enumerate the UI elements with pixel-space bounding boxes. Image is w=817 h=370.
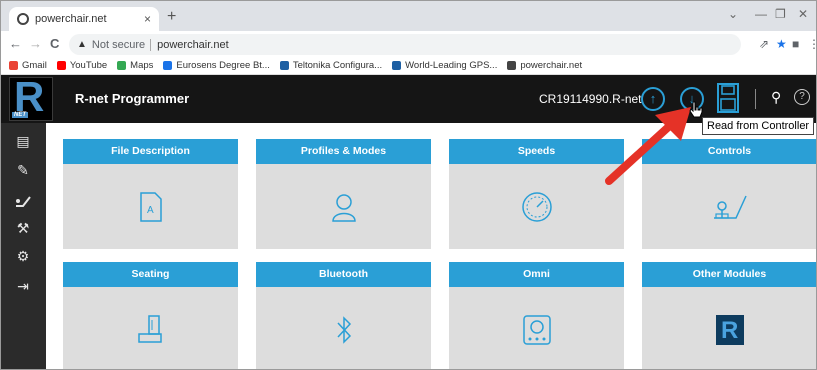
card-other-modules[interactable]: Other Modules R xyxy=(642,262,816,369)
address-bar-row: ← → C ▲ Not secure powerchair.net ⇗ ★ ■ … xyxy=(1,31,816,57)
bookmark-star-icon[interactable]: ★ xyxy=(776,37,787,51)
tab-close-button[interactable]: × xyxy=(144,12,151,26)
menu-icon[interactable]: ⋮ xyxy=(808,37,816,51)
red-arrow-annotation xyxy=(605,107,691,185)
minimize-button[interactable]: — xyxy=(755,7,767,21)
save-disk-icon[interactable] xyxy=(717,83,739,113)
svg-text:A: A xyxy=(147,205,154,216)
sidepanel-icon[interactable]: ■ xyxy=(792,37,799,51)
warning-icon: ▲ xyxy=(77,39,87,50)
browser-tab[interactable]: powerchair.net × xyxy=(9,7,159,31)
card-header: Bluetooth xyxy=(256,262,431,287)
help-icon[interactable]: ? xyxy=(794,89,810,105)
gear-icon[interactable]: ⚙ xyxy=(13,246,33,266)
bookmark-label: Teltonika Configura... xyxy=(292,60,383,71)
card-header: Seating xyxy=(63,262,238,287)
restore-button[interactable]: ❐ xyxy=(775,7,786,21)
bookmarks-bar: Gmail YouTube Maps Eurosens Degree Bt... Tel… xyxy=(1,57,816,75)
bookmark-favicon-icon xyxy=(507,61,517,70)
bookmark-label: Maps xyxy=(130,60,154,71)
bookmark-favicon-icon xyxy=(9,61,18,70)
bookmark-item[interactable]: Teltonika Configura... xyxy=(279,60,383,71)
svg-text:R: R xyxy=(721,317,738,344)
tab-search-chevron-icon[interactable]: ⌄ xyxy=(728,7,738,21)
card-header: Other Modules xyxy=(642,262,816,287)
card-seating[interactable]: Seating xyxy=(63,262,238,369)
card-omni[interactable]: Omni xyxy=(449,262,624,369)
share-icon[interactable]: ⇗ xyxy=(759,37,769,51)
bookmark-item[interactable]: Eurosens Degree Bt... xyxy=(163,60,270,71)
globe-icon xyxy=(17,13,29,25)
card-header: Omni xyxy=(449,262,624,287)
card-file-description[interactable]: File Description A xyxy=(63,139,238,249)
logo-tag: NET xyxy=(12,112,28,118)
bookmark-label: YouTube xyxy=(69,60,108,71)
bookmark-item[interactable]: powerchair.net xyxy=(507,60,582,71)
speedometer-icon xyxy=(521,191,552,222)
chair-control-icon[interactable] xyxy=(13,191,33,211)
omni-device-icon xyxy=(522,314,551,345)
rnet-logo[interactable]: R NET xyxy=(9,74,53,121)
url-text[interactable]: powerchair.net xyxy=(157,39,229,51)
tab-title: powerchair.net xyxy=(35,13,107,25)
bookmark-label: powerchair.net xyxy=(520,60,583,71)
bookmark-item[interactable]: YouTube xyxy=(56,60,108,71)
profile-icon xyxy=(331,193,356,222)
bookmark-favicon-icon xyxy=(392,61,402,70)
download-tooltip: Read from Controller xyxy=(702,117,815,135)
bookmark-favicon-icon xyxy=(163,61,173,70)
omnibox-separator xyxy=(150,38,152,51)
app-title: R-net Programmer xyxy=(75,91,190,106)
browser-tab-strip: powerchair.net × + ⌄ — ❐ ✕ xyxy=(1,1,816,31)
bookmark-item[interactable]: Maps xyxy=(117,60,153,71)
seat-icon xyxy=(137,314,162,343)
card-bluetooth[interactable]: Bluetooth xyxy=(256,262,431,369)
app-sidebar: ▤ ✎ ⚒ ⚙ ⇥ xyxy=(1,123,46,369)
reload-button[interactable]: C xyxy=(50,36,59,51)
feature-grid: File Description A Profiles & Modes Spee… xyxy=(46,123,816,369)
card-header: Profiles & Modes xyxy=(256,139,431,164)
device-name: CR19114990.R-net xyxy=(539,92,642,106)
bookmark-label: Gmail xyxy=(22,60,47,71)
bookmark-item[interactable]: Gmail xyxy=(9,60,47,71)
card-header: File Description xyxy=(63,139,238,164)
bookmark-item[interactable]: World-Leading GPS... xyxy=(392,60,497,71)
wrench-icon[interactable]: ⚒ xyxy=(13,218,33,238)
hand-cursor-icon xyxy=(689,101,703,118)
omnibox[interactable]: ▲ Not secure powerchair.net xyxy=(69,34,741,55)
search-icon[interactable]: ⚲ xyxy=(771,89,781,106)
bookmark-favicon-icon xyxy=(117,61,127,70)
file-icon: A xyxy=(139,191,162,222)
security-label: Not secure xyxy=(91,38,146,51)
exit-icon[interactable]: ⇥ xyxy=(13,276,33,296)
pencil-icon[interactable]: ✎ xyxy=(13,160,33,180)
header-separator xyxy=(755,89,756,109)
bookmark-favicon-icon xyxy=(279,61,289,70)
rnet-module-icon: R xyxy=(715,314,744,345)
card-profiles-modes[interactable]: Profiles & Modes xyxy=(256,139,431,249)
screenshot-frame: powerchair.net × + ⌄ — ❐ ✕ ← → C ▲ Not s… xyxy=(0,0,817,370)
new-tab-button[interactable]: + xyxy=(167,8,176,26)
joystick-icon xyxy=(713,195,747,219)
bluetooth-icon xyxy=(336,315,351,344)
document-icon[interactable]: ▤ xyxy=(13,131,33,151)
bookmark-label: World-Leading GPS... xyxy=(405,60,498,71)
bookmark-label: Eurosens Degree Bt... xyxy=(176,60,270,71)
forward-button[interactable]: → xyxy=(29,36,42,51)
window-close-button[interactable]: ✕ xyxy=(798,7,808,21)
back-button[interactable]: ← xyxy=(9,36,22,51)
bookmark-favicon-icon xyxy=(56,61,66,70)
